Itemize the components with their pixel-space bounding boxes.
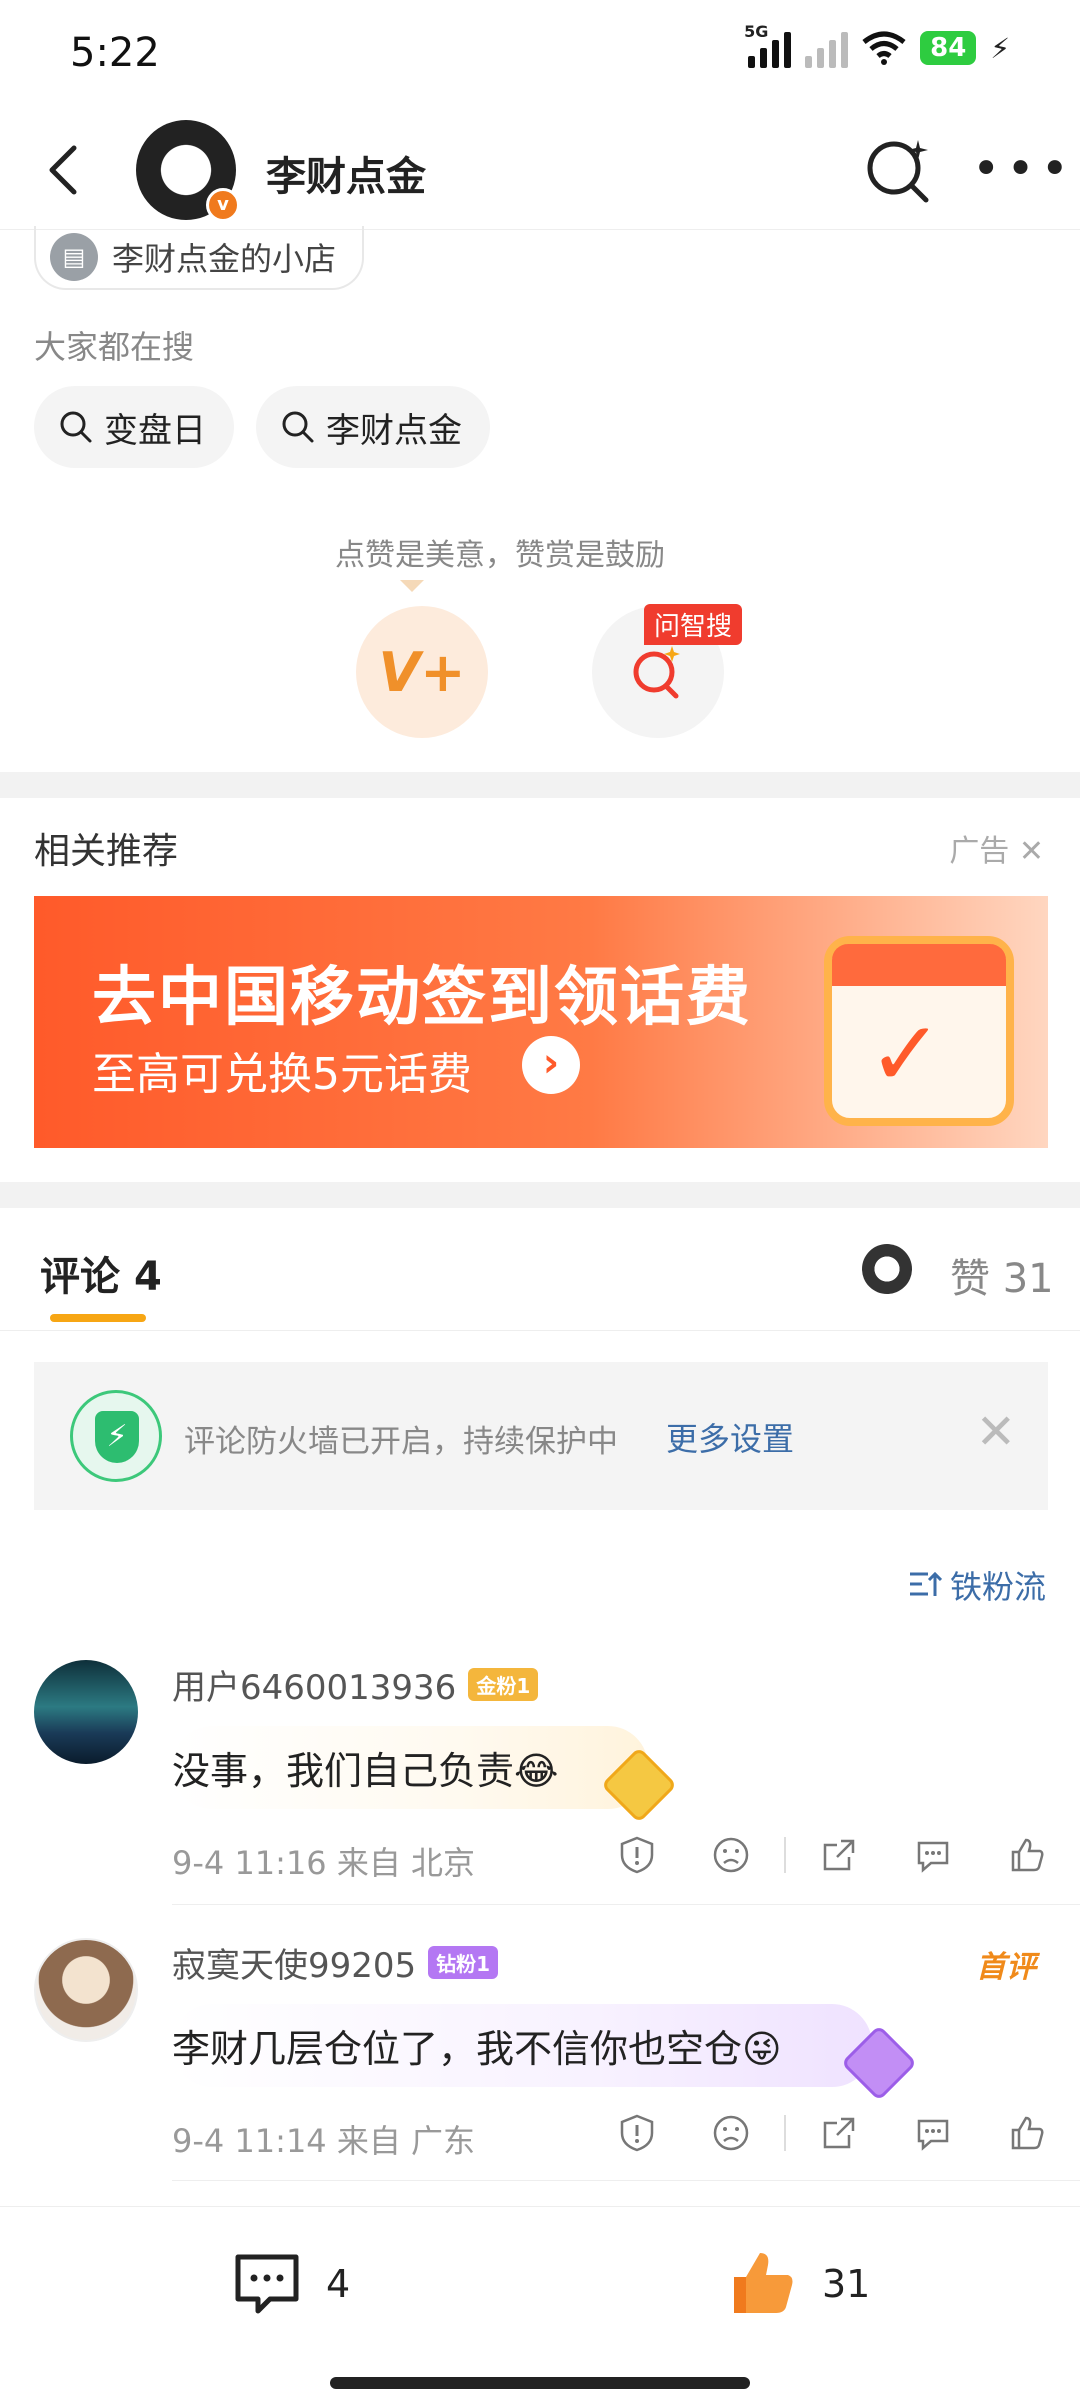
comment-text[interactable]: 没事，我们自己负责😂	[172, 1726, 649, 1809]
author-avatar[interactable]: v	[136, 120, 240, 222]
bottom-action-bar: 4 31	[0, 2206, 1080, 2400]
reward-tip: 点赞是美意，赞赏是鼓励	[335, 538, 665, 573]
comment-count: 4	[326, 2262, 351, 2306]
ad-banner[interactable]: 去中国移动签到领话费 至高可兑换5元话费 › ✓	[34, 896, 1048, 1148]
like-icon[interactable]	[980, 1830, 1074, 1880]
charging-icon: ⚡	[990, 31, 1010, 65]
comment-item: 寂寞天使99205 钻粉1 首评 李财几层仓位了，我不信你也空仓😜 9-4 11…	[0, 1938, 1080, 2178]
tip-pointer	[400, 580, 424, 592]
fan-badge: 金粉1	[468, 1668, 539, 1701]
like-count: 31	[822, 2262, 871, 2306]
comment-author[interactable]: 用户6460013936 金粉1	[172, 1660, 539, 1709]
shop-link[interactable]: ▤ 李财点金的小店	[34, 226, 365, 290]
comment-meta: 9-4 11:14 来自 广东	[172, 2122, 476, 2160]
comment-item: 用户6460013936 金粉1 没事，我们自己负责😂 9-4 11:16 来自…	[0, 1660, 1080, 1900]
calendar-check-icon: ✓	[824, 936, 1014, 1126]
verified-badge: v	[206, 188, 240, 222]
liker-avatar	[862, 1244, 912, 1294]
like-icon[interactable]	[980, 2108, 1074, 2158]
divider	[172, 2180, 1080, 2181]
close-icon[interactable]: ✕	[976, 1408, 1016, 1456]
thumbs-up-icon	[734, 2253, 793, 2313]
ad-label: 广告	[949, 834, 1010, 869]
shop-label: 李财点金的小店	[112, 240, 337, 278]
first-comment-tag: 首评	[976, 1950, 1036, 1985]
comment-actions	[590, 2108, 1074, 2158]
firewall-notice: ⚡ 评论防火墙已开启，持续保护中 更多设置 ✕	[34, 1362, 1048, 1510]
report-icon[interactable]	[590, 1830, 684, 1880]
banner-headline: 去中国移动签到领话费	[92, 961, 752, 1035]
reward-button[interactable]: V+	[356, 606, 488, 738]
tab-likes[interactable]: 赞 31	[950, 1246, 1054, 1304]
reply-icon[interactable]	[886, 1830, 980, 1880]
signal-5g-icon: 5G	[744, 22, 792, 68]
wifi-icon	[862, 31, 906, 65]
user-avatar[interactable]	[34, 1660, 138, 1764]
search-chip-label: 变盘日	[104, 410, 206, 451]
shield-icon: ⚡	[70, 1390, 162, 1482]
ai-search-icon	[633, 646, 680, 699]
recommend-title: 相关推荐	[34, 831, 179, 872]
dislike-icon[interactable]	[684, 1830, 778, 1880]
fan-badge: 钻粉1	[428, 1946, 499, 1979]
home-indicator[interactable]	[330, 2377, 750, 2389]
ai-search-icon[interactable]	[862, 134, 934, 206]
close-icon: ✕	[1018, 834, 1044, 869]
report-icon[interactable]	[590, 2108, 684, 2158]
back-arrow-icon[interactable]	[36, 140, 96, 200]
author-name[interactable]: 李财点金	[266, 144, 426, 202]
share-icon[interactable]	[792, 1830, 886, 1880]
search-chip-label: 李财点金	[326, 410, 462, 451]
ai-search-tag: 问智搜	[644, 604, 743, 645]
comment-button[interactable]: 4	[230, 2247, 350, 2321]
shop-icon: ▤	[50, 233, 98, 281]
user-avatar[interactable]	[34, 1938, 138, 2042]
divider	[172, 1904, 1080, 1905]
top-nav: v 李财点金 •••	[0, 110, 1080, 230]
trending-search-title: 大家都在搜	[34, 328, 195, 366]
firewall-text: 评论防火墙已开启，持续保护中	[184, 1424, 618, 1460]
search-chips: 变盘日 李财点金	[34, 386, 490, 468]
signal-no-service-icon	[805, 28, 849, 68]
comment-meta: 9-4 11:16 来自 北京	[172, 1844, 476, 1882]
status-icons: 5G 84 ⚡	[744, 22, 1010, 68]
sort-label: 铁粉流	[949, 1568, 1046, 1606]
more-options-icon[interactable]: •••	[972, 145, 1075, 193]
chevron-right-icon: ›	[522, 1036, 580, 1094]
search-chip[interactable]: 变盘日	[34, 386, 234, 468]
ad-close[interactable]: 广告 ✕	[949, 826, 1044, 870]
search-icon	[282, 411, 314, 443]
search-chip[interactable]: 李财点金	[256, 386, 490, 468]
divider	[0, 1330, 1080, 1331]
comment-actions	[590, 1830, 1074, 1880]
reward-v-plus-icon: V+	[378, 640, 466, 704]
banner-subline: 至高可兑换5元话费	[92, 1049, 472, 1100]
reply-icon[interactable]	[886, 2108, 980, 2158]
comment-text[interactable]: 李财几层仓位了，我不信你也空仓😜	[172, 2004, 872, 2087]
comment-bubble-icon	[235, 2254, 299, 2314]
section-divider	[0, 772, 1080, 798]
dislike-icon[interactable]	[684, 2108, 778, 2158]
like-button[interactable]: 31	[726, 2247, 870, 2321]
comment-author[interactable]: 寂寞天使99205 钻粉1	[172, 1938, 499, 1987]
status-time: 5:22	[70, 30, 160, 76]
sort-icon	[909, 1571, 942, 1596]
section-divider	[0, 1182, 1080, 1208]
tab-comments[interactable]: 评论 4	[40, 1244, 162, 1302]
tab-indicator	[50, 1314, 146, 1322]
sort-toggle[interactable]: 铁粉流	[908, 1562, 1046, 1608]
status-bar: 5:22 5G 84 ⚡	[0, 0, 1080, 110]
more-settings-link[interactable]: 更多设置	[666, 1414, 794, 1460]
search-icon	[60, 411, 92, 443]
battery-level: 84	[920, 31, 977, 65]
share-icon[interactable]	[792, 2108, 886, 2158]
